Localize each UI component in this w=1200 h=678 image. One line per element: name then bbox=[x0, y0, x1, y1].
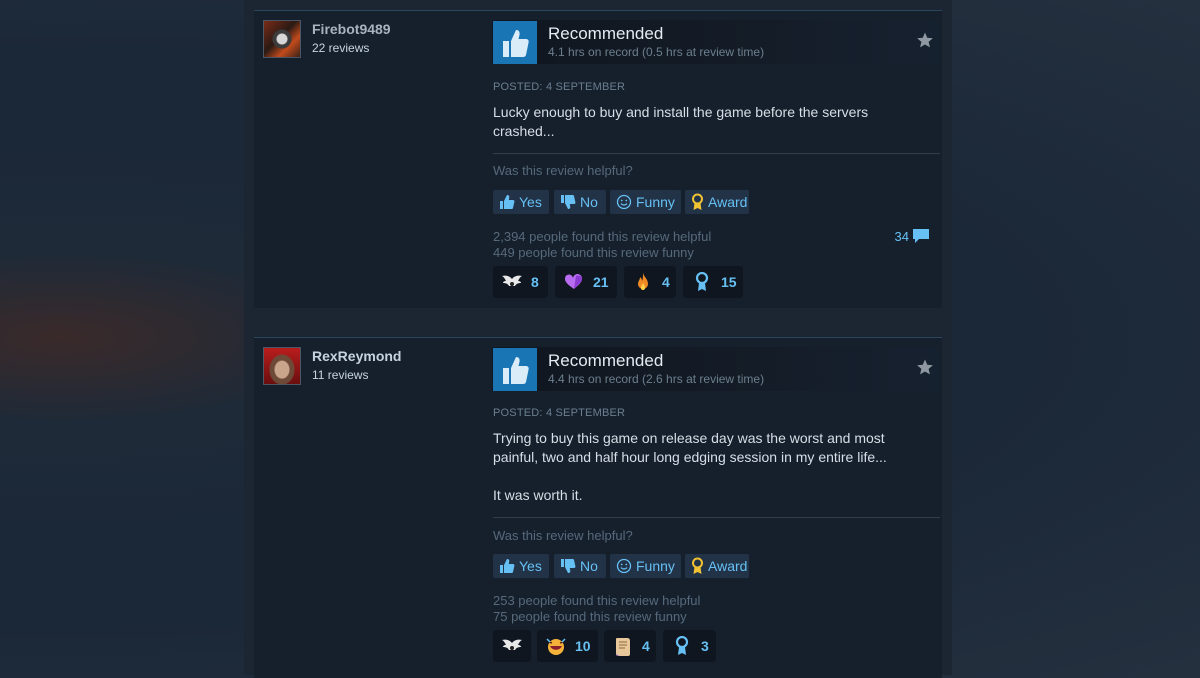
award-count: 21 bbox=[593, 274, 609, 290]
no-button[interactable]: No bbox=[554, 554, 606, 578]
yes-label: Yes bbox=[519, 194, 542, 210]
funny-label: Funny bbox=[636, 558, 675, 574]
avatar[interactable] bbox=[263, 20, 301, 58]
funny-count: 75 people found this review funny bbox=[493, 609, 687, 624]
yes-button[interactable]: Yes bbox=[493, 554, 549, 578]
ribbon-award-icon bbox=[671, 635, 693, 657]
award-badge[interactable]: 3 bbox=[663, 630, 716, 662]
verdict-title: Recommended bbox=[548, 351, 664, 370]
thumbs-up-icon bbox=[500, 559, 515, 573]
helpful-question: Was this review helpful? bbox=[493, 163, 633, 178]
vote-header[interactable]: Recommended 4.4 hrs on record (2.6 hrs a… bbox=[492, 347, 940, 391]
author-review-count[interactable]: 11 reviews bbox=[312, 368, 368, 382]
award-button[interactable]: Award bbox=[685, 554, 749, 578]
yes-label: Yes bbox=[519, 558, 542, 574]
scroll-award-icon bbox=[612, 635, 634, 657]
award-badge[interactable]: 15 bbox=[683, 266, 743, 298]
star-icon[interactable] bbox=[916, 358, 934, 381]
star-icon[interactable] bbox=[916, 31, 934, 54]
comment-count: 34 bbox=[894, 228, 909, 244]
comments-link[interactable]: 34 bbox=[895, 228, 930, 244]
funny-count: 449 people found this review funny bbox=[493, 245, 694, 260]
award-badge[interactable]: 4 bbox=[624, 266, 676, 298]
award-count: 4 bbox=[662, 274, 670, 290]
helpful-count: 2,394 people found this review helpful bbox=[493, 229, 712, 244]
award-count: 4 bbox=[642, 638, 650, 654]
funny-button[interactable]: Funny bbox=[610, 554, 681, 578]
author-review-count[interactable]: 22 reviews bbox=[312, 41, 369, 55]
funny-label: Funny bbox=[636, 194, 675, 210]
heart-award-icon bbox=[563, 271, 585, 293]
award-badge[interactable]: 10 bbox=[537, 630, 598, 662]
award-label: Award bbox=[708, 194, 748, 210]
speech-bubble-icon bbox=[913, 229, 929, 243]
award-count: 10 bbox=[575, 638, 591, 654]
divider bbox=[493, 517, 940, 518]
yes-button[interactable]: Yes bbox=[493, 190, 549, 214]
smiley-icon bbox=[616, 194, 632, 210]
divider bbox=[493, 153, 940, 154]
playtime-hours: 4.4 hrs on record (2.6 hrs at review tim… bbox=[548, 372, 765, 386]
winged-award-icon bbox=[501, 635, 523, 657]
thumbs-down-icon bbox=[561, 559, 576, 573]
playtime-hours: 4.1 hrs on record (0.5 hrs at review tim… bbox=[548, 45, 765, 59]
award-badge[interactable]: 21 bbox=[555, 266, 617, 298]
no-button[interactable]: No bbox=[554, 190, 606, 214]
review-card: RexReymond 11 reviews Recommended 4.4 hr… bbox=[254, 337, 942, 678]
review-card: Firebot9489 22 reviews Recommended 4.1 h… bbox=[254, 10, 942, 308]
avatar[interactable] bbox=[263, 347, 301, 385]
review-body: Lucky enough to buy and install the game… bbox=[493, 104, 869, 139]
funny-button[interactable]: Funny bbox=[610, 190, 681, 214]
author-name[interactable]: RexReymond bbox=[312, 348, 401, 364]
award-count: 15 bbox=[721, 274, 737, 290]
award-button[interactable]: Award bbox=[685, 190, 749, 214]
thumbs-up-icon bbox=[500, 195, 515, 209]
winged-award-icon bbox=[501, 271, 523, 293]
helpful-count: 253 people found this review helpful bbox=[493, 593, 701, 608]
posted-date: POSTED: 4 SEPTEMBER bbox=[493, 81, 626, 93]
thumbs-up-icon bbox=[493, 21, 537, 64]
award-medal-icon bbox=[692, 193, 703, 210]
helpful-question: Was this review helpful? bbox=[493, 528, 633, 543]
smiley-icon bbox=[616, 558, 632, 574]
award-medal-icon bbox=[692, 557, 703, 574]
thumbs-down-icon bbox=[561, 195, 576, 209]
author-name[interactable]: Firebot9489 bbox=[312, 21, 391, 37]
ribbon-award-icon bbox=[691, 271, 713, 293]
vote-header[interactable]: Recommended 4.1 hrs on record (0.5 hrs a… bbox=[492, 20, 940, 64]
no-label: No bbox=[580, 194, 598, 210]
laughing-face-award-icon bbox=[545, 635, 567, 657]
award-badge[interactable] bbox=[493, 630, 531, 662]
award-label: Award bbox=[708, 558, 748, 574]
no-label: No bbox=[580, 558, 598, 574]
award-count: 8 bbox=[531, 274, 539, 290]
review-body-paragraph: It was worth it. bbox=[493, 487, 583, 503]
flame-award-icon bbox=[632, 271, 654, 293]
posted-date: POSTED: 4 SEPTEMBER bbox=[493, 407, 626, 419]
review-body: Trying to buy this game on release day w… bbox=[493, 430, 887, 465]
verdict-title: Recommended bbox=[548, 24, 664, 43]
award-badge[interactable]: 8 bbox=[493, 266, 548, 298]
award-count: 3 bbox=[701, 638, 709, 654]
award-badge[interactable]: 4 bbox=[604, 630, 656, 662]
thumbs-up-icon bbox=[493, 348, 537, 391]
